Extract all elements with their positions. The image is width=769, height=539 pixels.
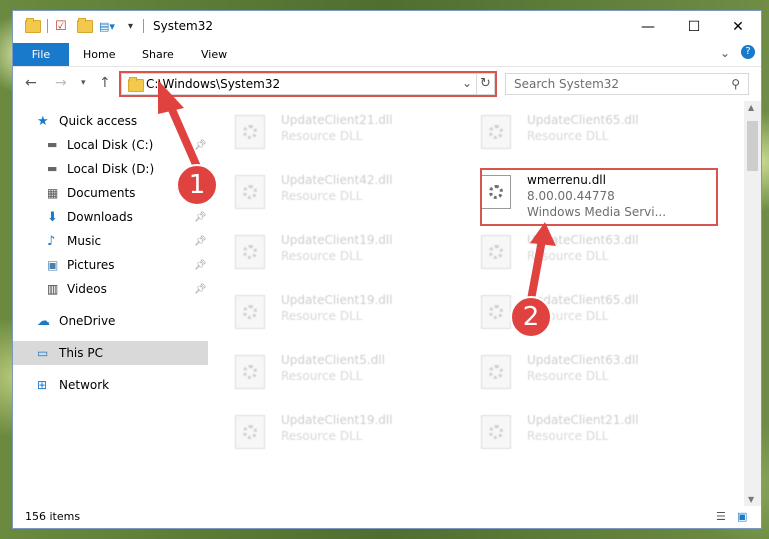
arrow-2-head [530,222,556,246]
step-2-badge: 2 [510,296,552,338]
arrow-1-head [158,80,184,114]
step-1-badge: 1 [176,164,218,206]
annotation-arrows [158,80,556,306]
